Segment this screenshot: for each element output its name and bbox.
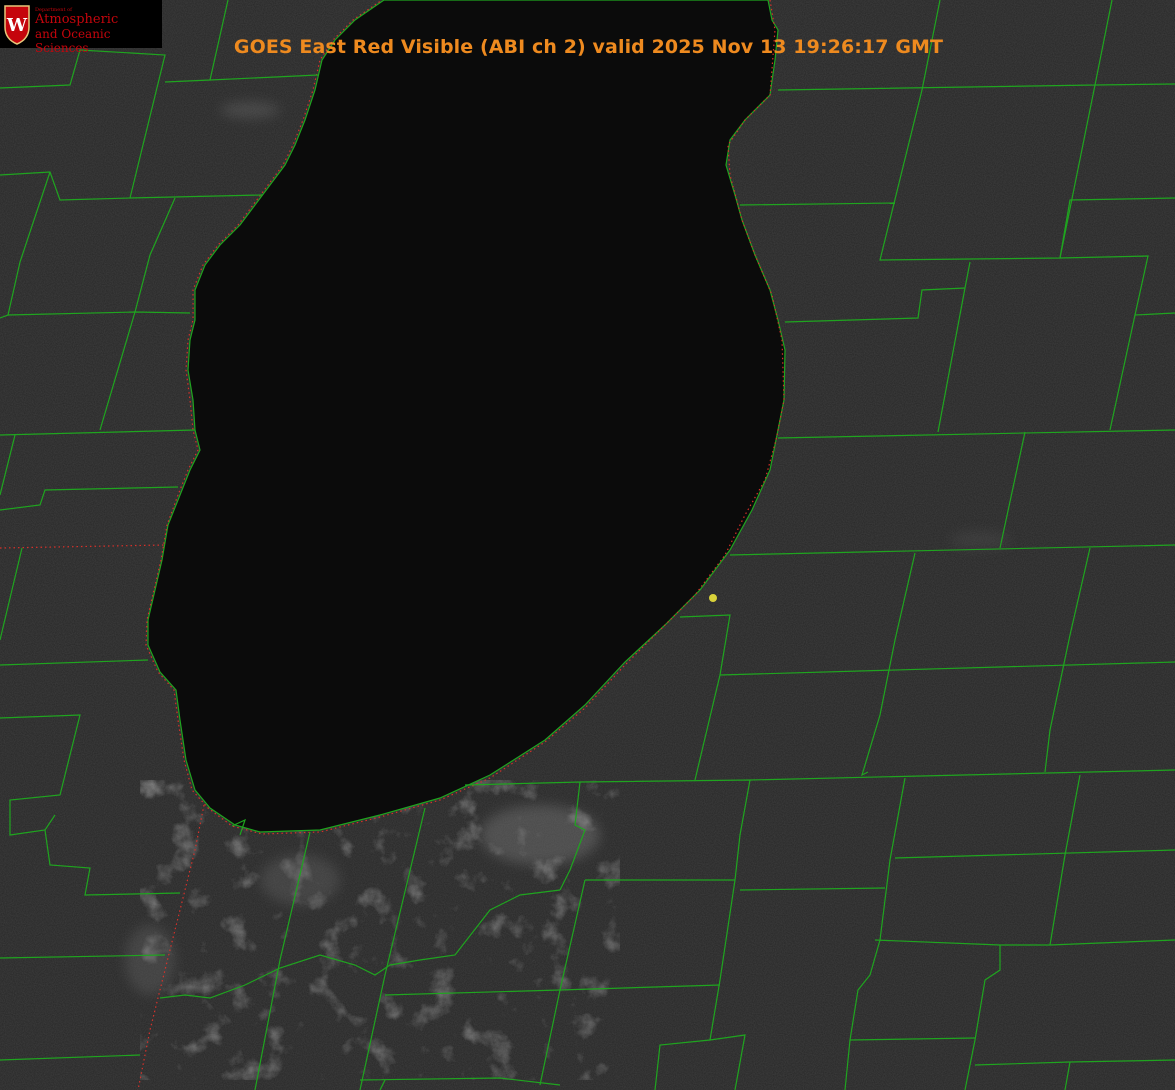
crest-letter: W	[6, 15, 28, 36]
station-dot-icon[interactable]	[709, 594, 717, 602]
image-title: GOES East Red Visible (ABI ch 2) valid 2…	[0, 36, 1175, 58]
title-text: GOES East Red Visible (ABI ch 2) valid 2…	[233, 36, 944, 58]
logo-line1: Atmospheric	[35, 12, 119, 27]
satellite-map[interactable]	[0, 0, 1175, 1090]
